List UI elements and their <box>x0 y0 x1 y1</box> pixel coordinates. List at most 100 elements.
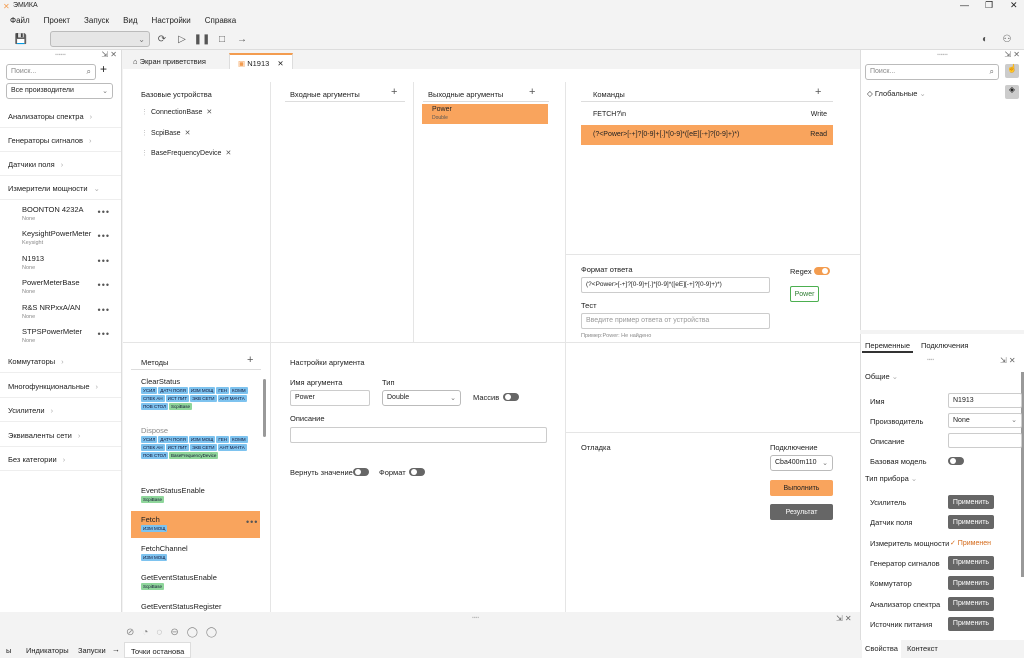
apply-button[interactable]: Применить <box>948 495 994 509</box>
restore-icon[interactable]: ❐ <box>985 0 993 11</box>
panel-controls[interactable]: ⇲ ✕ <box>1004 50 1020 59</box>
pause-icon[interactable]: ❚❚ <box>194 32 211 46</box>
prop-input[interactable]: None ⌄ <box>948 413 1022 428</box>
close-window-icon[interactable]: ✕ <box>1010 0 1018 11</box>
tab-n1913[interactable]: ▣ N1913 ✕ <box>229 53 293 69</box>
general-section[interactable]: Общие ⌄ <box>865 372 898 381</box>
device-item[interactable]: N1913 None ••• <box>22 254 118 271</box>
add-input-arg-icon[interactable]: + <box>391 86 397 98</box>
regex-group-chip[interactable]: Power <box>790 286 819 302</box>
drag-handle-icon[interactable]: ⋮ <box>141 130 148 137</box>
menu-item[interactable]: Настройки <box>152 16 191 25</box>
globals-node[interactable]: ◇ Глобальные ⌄ <box>867 89 926 98</box>
arg-type-select[interactable]: Double ⌄ <box>382 390 461 406</box>
tab-context[interactable]: Контекст <box>904 640 941 658</box>
drag-handle-icon[interactable]: ⋮ <box>141 109 148 116</box>
command-row-selected[interactable]: (?<Power>[-+]?[0-9]+[.]*[0-9]*([eE][-+]?… <box>581 125 833 145</box>
device-item[interactable]: BOONTON 4232A None ••• <box>22 205 118 222</box>
menu-item[interactable]: Проект <box>44 16 70 25</box>
panel-drag-handle[interactable]: ▪▪▪▪ <box>472 615 479 621</box>
panel-drag-handle[interactable]: ▪▪▪▪▪▪ ⇲ ✕ <box>0 50 121 60</box>
tab-properties[interactable]: Свойства <box>862 640 901 658</box>
save-icon[interactable]: 💾 <box>14 32 28 46</box>
device-item[interactable]: PowerMeterBase None ••• <box>22 278 118 295</box>
panel-controls[interactable]: ⇲ ✕ <box>101 50 117 59</box>
base-device-chip[interactable]: ⋮ ConnectionBase ✕ <box>141 108 212 116</box>
category-item[interactable]: Коммутаторы › <box>0 349 121 373</box>
more-icon[interactable]: ••• <box>98 305 110 315</box>
method-name[interactable]: EventStatusEnable <box>141 486 205 495</box>
prop-input[interactable] <box>948 433 1022 448</box>
output-arg-item[interactable]: Power Double <box>422 104 548 124</box>
result-button[interactable]: Результат <box>770 504 833 520</box>
tab-bottom-0[interactable]: ы <box>0 642 17 658</box>
run-config-combo[interactable]: ⌄ <box>50 31 150 47</box>
panel-drag-handle[interactable]: ▪▪▪▪ <box>927 357 934 363</box>
play-icon[interactable]: ▷ <box>175 32 189 46</box>
test-input[interactable]: Введите пример ответа от устройства <box>581 313 770 329</box>
menu-item[interactable]: Запуск <box>84 16 109 25</box>
method-name[interactable]: ClearStatus <box>141 377 180 386</box>
run-button[interactable]: Выполнить <box>770 480 833 496</box>
globals-search-input[interactable]: Поиск... ⌕ <box>865 64 999 80</box>
manufacturer-select[interactable]: Все производители ⌄ <box>6 83 113 99</box>
more-icon[interactable]: ••• <box>98 329 110 339</box>
stop-icon[interactable]: □ <box>215 32 229 46</box>
more-icon[interactable]: ••• <box>98 280 110 290</box>
tab-runs[interactable]: Запуски <box>72 642 112 658</box>
category-item[interactable]: Без категории › <box>0 447 121 471</box>
tab-connections[interactable]: Подключения <box>918 337 971 353</box>
desc-input[interactable] <box>290 427 547 443</box>
apply-button[interactable]: Применить <box>948 515 994 530</box>
drag-handle-icon[interactable]: ⋮ <box>141 150 148 157</box>
panel-controls[interactable]: ⇲ ✕ <box>836 614 852 623</box>
menu-item[interactable]: Вид <box>123 16 137 25</box>
response-format-input[interactable]: (?<Power>[-+]?[0-9]+[.]*[0-9]*([eE][-+]?… <box>581 277 770 293</box>
add-output-arg-icon[interactable]: + <box>529 86 535 98</box>
remove-icon[interactable]: ✕ <box>206 109 212 116</box>
tab-indicators[interactable]: Индикаторы <box>20 642 75 658</box>
panel-controls[interactable]: ⇲ ✕ <box>1000 356 1016 365</box>
tab-breakpoints[interactable]: Точки останова <box>124 642 192 658</box>
menu-item[interactable]: Справка <box>205 16 236 25</box>
regex-toggle[interactable] <box>814 267 830 275</box>
array-toggle[interactable] <box>503 393 519 401</box>
hand-icon[interactable]: ☝ <box>1005 64 1019 78</box>
base-device-chip[interactable]: ⋮ BaseFrequencyDevice ✕ <box>141 149 231 157</box>
apply-button[interactable]: Применить <box>948 596 994 611</box>
category-item[interactable]: Анализаторы спектра › <box>0 104 121 128</box>
category-item[interactable]: Многофункциональные › <box>0 374 121 398</box>
close-tab-icon[interactable]: ✕ <box>277 59 283 68</box>
menu-item[interactable]: Файл <box>10 16 30 25</box>
add-device-icon[interactable]: + <box>100 62 107 76</box>
apply-button[interactable]: Применить <box>948 576 994 591</box>
variable-icon[interactable]: ◈ <box>1005 85 1019 99</box>
minimize-icon[interactable]: — <box>960 0 969 10</box>
more-icon[interactable]: ••• <box>98 231 110 241</box>
apply-button[interactable]: Применить <box>948 555 994 570</box>
method-name[interactable]: GetEventStatusEnable <box>141 573 217 582</box>
device-item[interactable]: STPSPowerMeter None ••• <box>22 327 118 344</box>
command-row[interactable]: FETCH?\n Write <box>581 106 833 124</box>
method-name[interactable]: FetchChannel <box>141 544 188 553</box>
device-search-input[interactable]: Поиск... ⌕ <box>6 64 96 80</box>
format-toggle[interactable] <box>409 468 425 476</box>
debug-tool-icons[interactable]: ⊘◔◌⊖◯◯ <box>126 627 225 638</box>
base-device-chip[interactable]: ⋮ ScpiBase ✕ <box>141 129 190 137</box>
panel-drag-handle[interactable]: ▪▪▪▪▪▪ ⇲ ✕ <box>861 50 1024 60</box>
base-model-toggle[interactable] <box>948 457 964 465</box>
tab-welcome[interactable]: ⌂ Экран приветствия <box>125 53 214 69</box>
sync-icon[interactable]: ⟳ <box>155 32 169 46</box>
connection-select[interactable]: Cba400m110 ⌄ <box>770 455 833 471</box>
return-toggle[interactable] <box>353 468 369 476</box>
tab-variables[interactable]: Переменные <box>862 337 914 353</box>
category-item[interactable]: Датчики поля › <box>0 152 121 176</box>
add-command-icon[interactable]: + <box>815 86 821 98</box>
user-icon[interactable]: ⚇ <box>1000 32 1014 46</box>
category-item[interactable]: Эквиваленты сети › <box>0 423 121 447</box>
method-name[interactable]: Fetch <box>141 515 160 524</box>
category-item[interactable]: Усилители › <box>0 398 121 422</box>
arg-name-input[interactable]: Power <box>290 390 370 406</box>
more-icon[interactable]: ••• <box>98 256 110 266</box>
remove-icon[interactable]: ✕ <box>185 130 191 137</box>
